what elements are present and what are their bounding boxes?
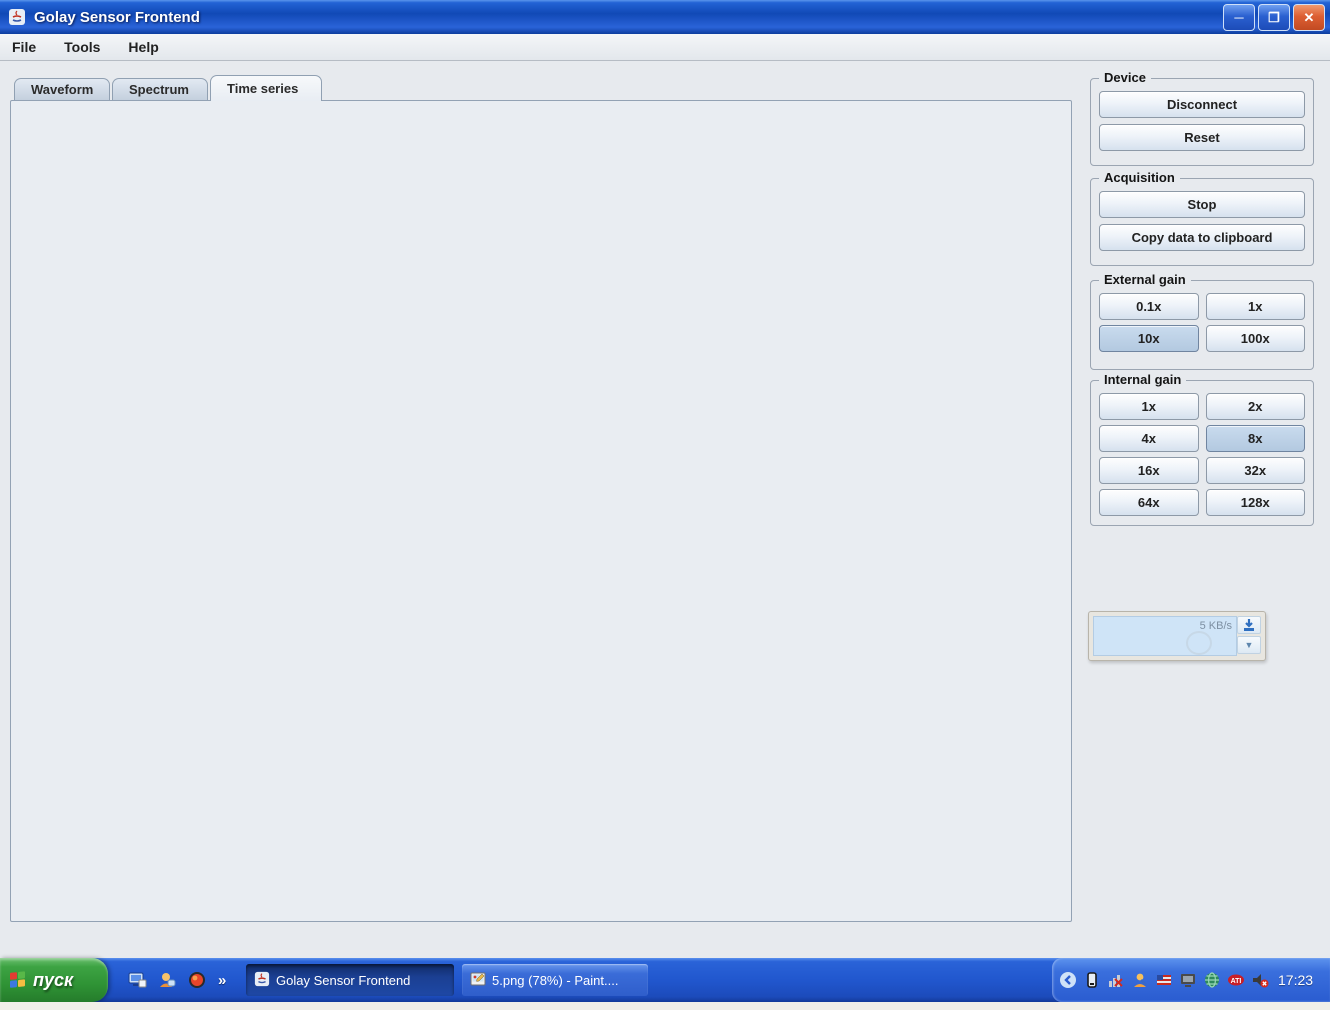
- start-button-label: пуск: [33, 970, 73, 991]
- browser-icon[interactable]: [186, 969, 208, 991]
- download-progress-icon: [1186, 631, 1212, 655]
- windows-flag-icon: [10, 971, 26, 989]
- phone-icon[interactable]: [1082, 971, 1101, 990]
- taskbar: пуск » ATI: [0, 958, 1330, 1002]
- tab-waveform[interactable]: Waveform: [14, 78, 110, 100]
- 32x-button[interactable]: 32x: [1206, 457, 1306, 484]
- 4x-button[interactable]: 4x: [1099, 425, 1199, 452]
- 1x-button[interactable]: 1x: [1206, 293, 1306, 320]
- close-button[interactable]: ✕: [1293, 4, 1325, 31]
- tray-clock: 17:23: [1278, 972, 1313, 988]
- menu-bar: File Tools Help: [0, 34, 1330, 61]
- external-gain-group-title: External gain: [1099, 272, 1191, 287]
- 100x-button[interactable]: 100x: [1206, 325, 1306, 352]
- download-widget: 5 KB/s ▼: [1088, 611, 1266, 661]
- 128x-button[interactable]: 128x: [1206, 489, 1306, 516]
- disconnect-button[interactable]: Disconnect: [1099, 91, 1305, 118]
- acquisition-group-title: Acquisition: [1099, 170, 1180, 185]
- messenger-icon[interactable]: [156, 969, 178, 991]
- java-icon: [254, 971, 270, 990]
- 1x-button[interactable]: 1x: [1099, 393, 1199, 420]
- device-group-title: Device: [1099, 70, 1151, 85]
- restore-button[interactable]: ❐: [1258, 4, 1290, 31]
- 10x-button[interactable]: 10x: [1099, 325, 1199, 352]
- internal-gain-group-title: Internal gain: [1099, 372, 1186, 387]
- ati-icon[interactable]: ATI: [1226, 971, 1245, 990]
- display-settings-icon[interactable]: [1178, 971, 1197, 990]
- 64x-button[interactable]: 64x: [1099, 489, 1199, 516]
- tab-content-panel: [10, 100, 1072, 922]
- copy-data-to-clipboard-button[interactable]: Copy data to clipboard: [1099, 224, 1305, 251]
- volume-muted-icon[interactable]: [1250, 971, 1269, 990]
- download-dropdown-icon[interactable]: ▼: [1237, 636, 1261, 654]
- acquisition-group: Acquisition StopCopy data to clipboard: [1090, 178, 1314, 266]
- paint-icon: [470, 971, 486, 990]
- window-title: Golay Sensor Frontend: [34, 9, 200, 26]
- 2x-button[interactable]: 2x: [1206, 393, 1306, 420]
- network-globe-icon[interactable]: [1202, 971, 1221, 990]
- menu-help[interactable]: Help: [128, 39, 158, 55]
- stop-button[interactable]: Stop: [1099, 191, 1305, 218]
- minimize-button[interactable]: ─: [1223, 4, 1255, 31]
- 0.1x-button[interactable]: 0.1x: [1099, 293, 1199, 320]
- tab-spectrum[interactable]: Spectrum: [112, 78, 208, 100]
- task-label: Golay Sensor Frontend: [276, 973, 410, 988]
- menu-tools[interactable]: Tools: [64, 39, 100, 55]
- show-desktop-icon[interactable]: [126, 969, 148, 991]
- reset-button[interactable]: Reset: [1099, 124, 1305, 151]
- system-tray: ATI 17:23: [1052, 958, 1330, 1002]
- tray-collapse-icon[interactable]: [1058, 971, 1077, 990]
- title-bar: Golay Sensor Frontend ─ ❐ ✕: [0, 0, 1330, 34]
- task-label: 5.png (78%) - Paint....: [492, 973, 618, 988]
- device-group: Device DisconnectReset: [1090, 78, 1314, 166]
- quick-launch-overflow-chevron[interactable]: »: [218, 972, 226, 989]
- download-arrow-icon[interactable]: [1237, 616, 1261, 634]
- 8x-button[interactable]: 8x: [1206, 425, 1306, 452]
- start-button[interactable]: пуск: [0, 958, 108, 1002]
- messenger-user-icon[interactable]: [1130, 971, 1149, 990]
- external-gain-group: External gain 0.1x1x10x100x: [1090, 280, 1314, 370]
- internal-gain-group: Internal gain 1x2x4x8x16x32x64x128x: [1090, 380, 1314, 526]
- taskbar-task-1[interactable]: Golay Sensor Frontend: [246, 964, 454, 996]
- download-speed: 5 KB/s: [1200, 620, 1232, 632]
- svg-text:ATI: ATI: [1230, 978, 1241, 985]
- download-widget-panel: 5 KB/s: [1093, 616, 1237, 656]
- taskbar-task-2[interactable]: 5.png (78%) - Paint....: [462, 964, 648, 996]
- tab-time-series[interactable]: Time series: [210, 75, 322, 101]
- 16x-button[interactable]: 16x: [1099, 457, 1199, 484]
- language-flag-icon[interactable]: [1154, 971, 1173, 990]
- menu-file[interactable]: File: [12, 39, 36, 55]
- desktop-strip: [0, 1002, 1330, 1010]
- java-app-icon: [6, 6, 28, 28]
- network-signal-off-icon[interactable]: [1106, 971, 1125, 990]
